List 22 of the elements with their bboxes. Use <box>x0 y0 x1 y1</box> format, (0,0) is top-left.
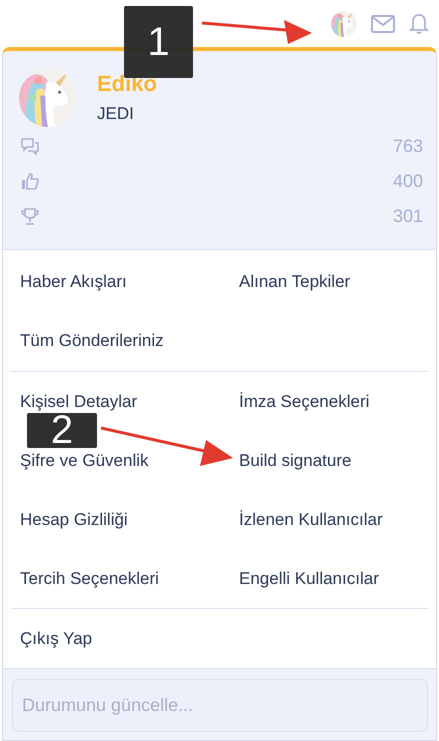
status-field[interactable]: Durumunu güncelle... <box>12 679 428 732</box>
menu-link[interactable]: İmza Seçenekleri <box>239 392 370 412</box>
menu-link[interactable]: Tercih Seçenekleri <box>20 568 159 588</box>
menu-link[interactable]: Kişisel Detaylar <box>20 392 138 412</box>
mail-icon[interactable] <box>371 14 395 32</box>
menu-link[interactable]: Şifre ve Güvenlik <box>20 450 148 470</box>
stat-count: 400 <box>392 171 423 192</box>
menu-link[interactable]: İzlenen Kullanıcılar <box>239 510 383 530</box>
bell-icon[interactable] <box>409 12 429 34</box>
user-title: JEDI <box>97 103 135 125</box>
step-number: 1 <box>124 6 193 78</box>
menu-link[interactable]: Alınan Tepkiler <box>239 272 350 292</box>
menu-link[interactable]: Çıkış Yap <box>20 628 92 648</box>
menu-link[interactable]: Haber Akışları <box>20 272 127 292</box>
stat-count: 763 <box>392 136 423 157</box>
stat-count: 301 <box>392 206 423 227</box>
menu-link[interactable]: Tüm Gönderileriniz <box>20 330 164 350</box>
menu-link[interactable]: Build signature <box>239 450 352 470</box>
menu-link[interactable]: Hesap Gizliliği <box>20 510 128 530</box>
avatar-button[interactable] <box>331 10 357 36</box>
menu-link[interactable]: Engelli Kullanıcılar <box>239 568 379 588</box>
step-number: 2 <box>27 413 97 448</box>
